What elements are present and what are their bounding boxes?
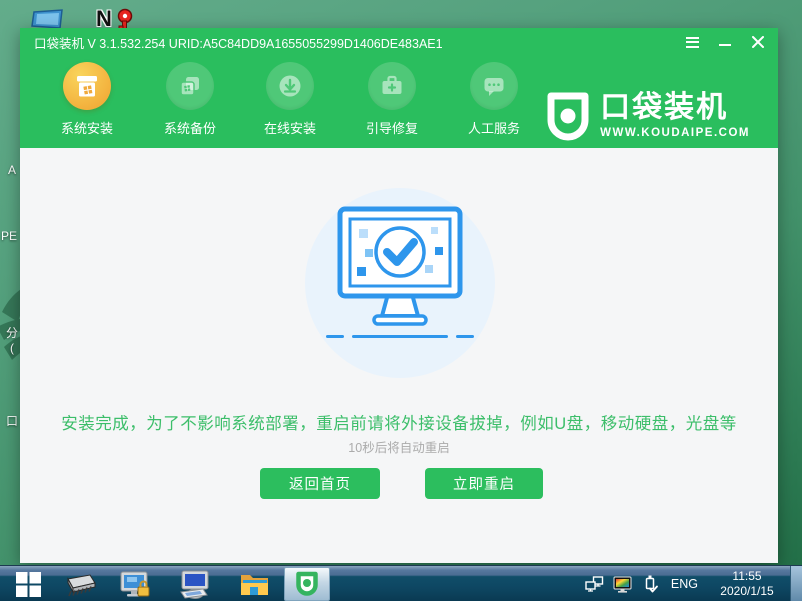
display-tray-icon[interactable] bbox=[613, 576, 633, 593]
shield-logo-icon bbox=[546, 92, 590, 144]
nav-label: 人工服务 bbox=[455, 118, 533, 137]
brand-name: 口袋装机 bbox=[600, 92, 750, 124]
locked-computer-taskbar-icon[interactable] bbox=[119, 570, 153, 600]
chat-icon bbox=[470, 62, 518, 110]
language-indicator[interactable]: ENG bbox=[671, 577, 698, 591]
show-desktop-button[interactable] bbox=[790, 566, 802, 601]
nav-boot-repair[interactable]: 引导修复 bbox=[353, 60, 431, 137]
chip-taskbar-icon[interactable] bbox=[62, 573, 98, 598]
clock-time: 11:55 bbox=[708, 569, 786, 584]
install-box-icon bbox=[63, 62, 111, 110]
nav-label: 引导修复 bbox=[353, 118, 431, 137]
desktop-label-fragment: PE bbox=[1, 229, 17, 243]
success-monitor-illustration bbox=[314, 206, 486, 346]
install-complete-message: 安装完成，为了不影响系统部署，重启前请将外接设备拔掉，例如U盘，移动硬盘，光盘等 bbox=[20, 410, 778, 434]
download-icon bbox=[266, 62, 314, 110]
menu-icon[interactable] bbox=[684, 34, 700, 50]
nav-label: 系统安装 bbox=[48, 118, 126, 137]
app-window: 口袋装机 V 3.1.532.254 URID:A5C84DD9A1655055… bbox=[20, 28, 778, 563]
brand-logo: 口袋装机 WWW.KOUDAIPE.COM bbox=[546, 92, 750, 144]
taskbar-clock[interactable]: 11:55 2020/1/15 bbox=[708, 569, 786, 599]
shield-app-icon bbox=[295, 571, 319, 598]
desktop-label-fragment: 口 bbox=[6, 412, 18, 429]
nav-system-install[interactable]: 系统安装 bbox=[48, 60, 126, 137]
network-tray-icon[interactable] bbox=[585, 576, 604, 592]
auto-restart-countdown: 10秒后将自动重启 bbox=[20, 437, 778, 456]
brand-site: WWW.KOUDAIPE.COM bbox=[600, 127, 750, 139]
system-tray: ENG 11:55 2020/1/15 bbox=[585, 566, 802, 601]
back-home-button[interactable]: 返回首页 bbox=[260, 468, 380, 499]
nav-human-service[interactable]: 人工服务 bbox=[455, 60, 533, 137]
desktop-label-fragment: A bbox=[8, 163, 16, 177]
clock-date: 2020/1/15 bbox=[708, 584, 786, 599]
start-button[interactable] bbox=[16, 572, 41, 597]
desktop-label-fragment: ( bbox=[10, 341, 14, 355]
toolbox-icon bbox=[368, 62, 416, 110]
computer-taskbar-icon[interactable] bbox=[177, 570, 213, 600]
window-title: 口袋装机 V 3.1.532.254 URID:A5C84DD9A1655055… bbox=[34, 33, 443, 52]
main-content: 安装完成，为了不影响系统部署，重启前请将外接设备拔掉，例如U盘，移动硬盘，光盘等… bbox=[20, 148, 778, 563]
koudai-app-taskbar-button[interactable] bbox=[284, 567, 330, 601]
minimize-icon[interactable] bbox=[717, 34, 733, 50]
nav-label: 在线安装 bbox=[251, 118, 329, 137]
title-bar[interactable]: 口袋装机 V 3.1.532.254 URID:A5C84DD9A1655055… bbox=[20, 28, 778, 56]
file-explorer-taskbar-icon[interactable] bbox=[239, 571, 270, 598]
nav-bar: 系统安装 系统备份 bbox=[20, 56, 778, 148]
nav-label: 系统备份 bbox=[151, 118, 229, 137]
restart-now-button[interactable]: 立即重启 bbox=[425, 468, 543, 499]
desktop-label-fragment: 分 bbox=[6, 324, 18, 341]
backup-icon bbox=[166, 62, 214, 110]
close-icon[interactable] bbox=[750, 34, 766, 50]
taskbar: ENG 11:55 2020/1/15 bbox=[0, 565, 802, 601]
desktop: N A PE 分 ( 口 口袋装机 V 3.1.532.254 URID:A5C… bbox=[0, 0, 802, 601]
nav-online-install[interactable]: 在线安装 bbox=[251, 60, 329, 137]
nav-system-backup[interactable]: 系统备份 bbox=[151, 60, 229, 137]
usb-eject-tray-icon[interactable] bbox=[642, 575, 658, 594]
